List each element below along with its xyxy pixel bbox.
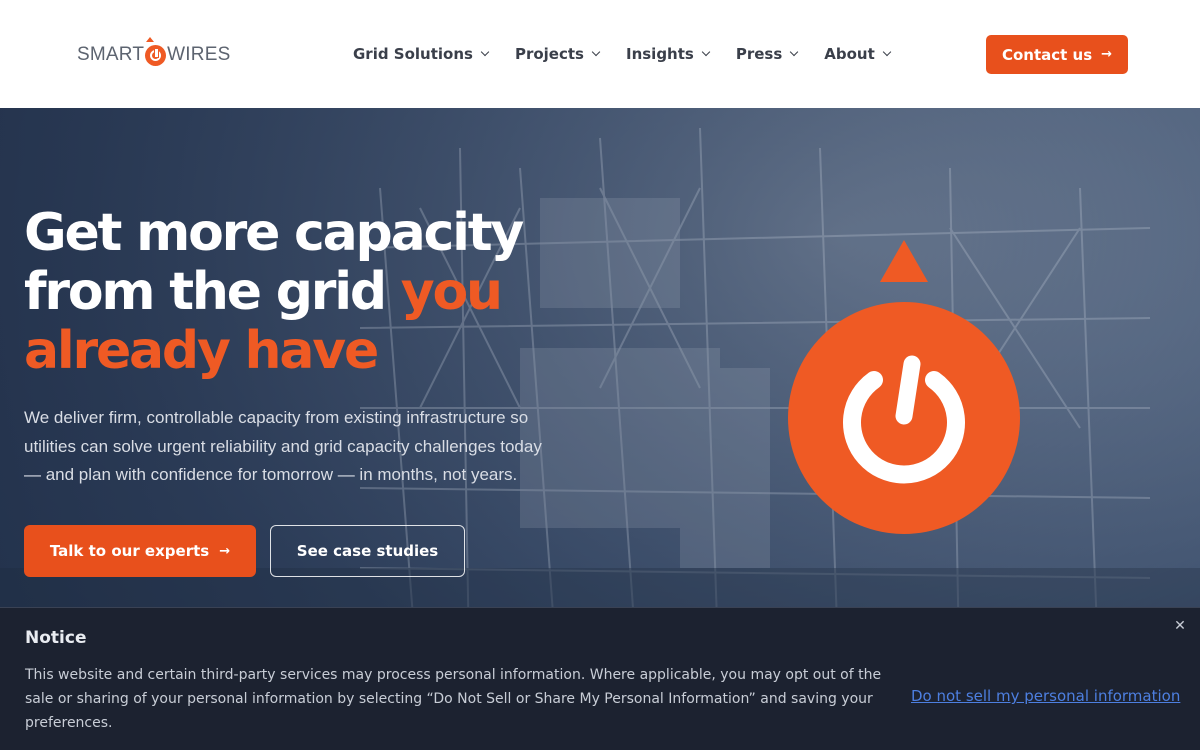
logo-triangle-icon <box>146 37 154 42</box>
chevron-down-icon <box>480 47 490 57</box>
privacy-notice-banner: Notice This website and certain third-pa… <box>0 607 1200 750</box>
chevron-down-icon <box>790 47 799 57</box>
logo-text-left: SMART <box>77 44 145 65</box>
contact-label: Contact us <box>1001 45 1093 64</box>
talk-to-experts-button[interactable]: Talk to our experts → <box>24 525 256 577</box>
nav-label: Projects <box>514 45 584 63</box>
nav-insights[interactable]: Insights <box>625 43 711 65</box>
main-nav: Grid Solutions Projects Insights Press A… <box>353 43 892 65</box>
contact-us-button[interactable]: Contact us → <box>986 35 1128 74</box>
nav-about[interactable]: About <box>824 43 892 65</box>
chevron-down-icon <box>591 47 601 57</box>
nav-press[interactable]: Press <box>735 43 799 65</box>
arrow-right-icon: → <box>1101 47 1113 62</box>
hero-heading-line2: from the grid <box>24 262 401 322</box>
chevron-down-icon <box>882 47 892 57</box>
site-header: SMART WIRES Grid Solutions Projects Insi… <box>0 0 1200 108</box>
nav-projects[interactable]: Projects <box>514 43 601 65</box>
hero-heading-accent1: you <box>400 262 503 322</box>
nav-label: Grid Solutions <box>353 45 473 63</box>
notice-body: This website and certain third-party ser… <box>25 667 882 731</box>
smartwires-logo[interactable]: SMART WIRES <box>77 37 231 68</box>
hero-heading-accent2: already have <box>24 321 379 381</box>
hero-heading: Get more capacity from the grid you alre… <box>24 204 584 381</box>
nav-grid-solutions[interactable]: Grid Solutions <box>353 43 490 65</box>
nav-label: About <box>824 45 875 63</box>
logo-text-right: WIRES <box>167 44 231 65</box>
nav-label: Insights <box>625 45 694 63</box>
hero-heading-line1: Get more capacity <box>24 203 524 263</box>
arrow-right-icon: → <box>219 543 231 559</box>
secondary-button-label: See case studies <box>296 542 439 560</box>
nav-label: Press <box>735 45 783 63</box>
do-not-sell-link[interactable]: Do not sell my personal information <box>911 687 1180 705</box>
hero-subtitle: We deliver firm, controllable capacity f… <box>24 408 542 484</box>
see-case-studies-button[interactable]: See case studies <box>270 525 465 577</box>
primary-button-label: Talk to our experts <box>49 542 210 560</box>
power-icon <box>788 240 1020 534</box>
chevron-down-icon <box>701 47 711 57</box>
notice-title: Notice <box>25 628 87 648</box>
power-logo-icon <box>145 44 167 66</box>
close-icon[interactable]: ✕ <box>1172 618 1188 634</box>
